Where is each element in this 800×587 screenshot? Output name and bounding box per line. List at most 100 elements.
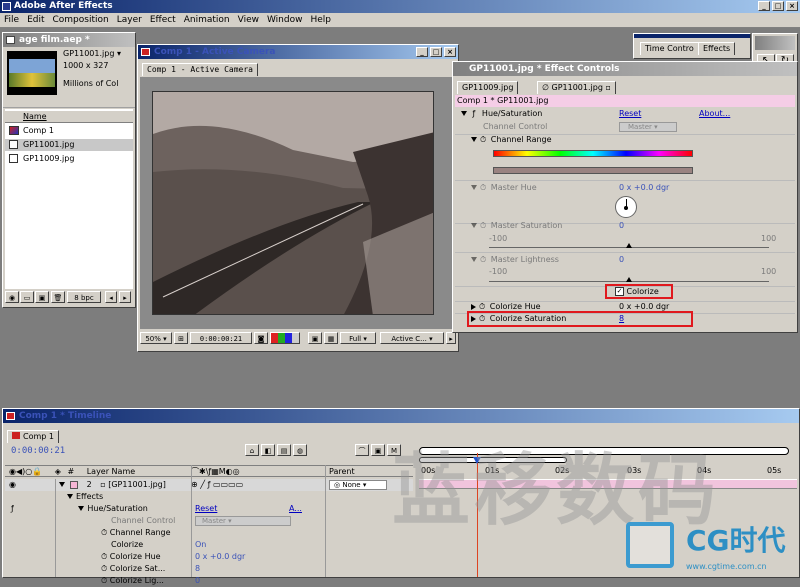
tab-gp11009[interactable]: GP11009.jpg	[457, 81, 519, 94]
stopwatch-icon[interactable]: ⏱	[101, 552, 107, 561]
stopwatch-icon[interactable]: ⏱	[101, 528, 107, 537]
trash-icon[interactable]: 🗑	[51, 291, 65, 303]
draft-3d-icon[interactable]: ◧	[261, 444, 275, 456]
close-button[interactable]: ×	[786, 1, 798, 11]
graph-icon[interactable]: ⌒	[355, 444, 369, 456]
colorize-lightness-value[interactable]: 0	[195, 575, 200, 587]
layer-name[interactable]: [GP11001.jpg]	[108, 480, 166, 489]
minimize-button[interactable]: _	[758, 1, 770, 11]
tab-time-controls[interactable]: Time Contro	[640, 42, 699, 55]
about-link[interactable]: A...	[289, 503, 302, 515]
stopwatch-icon[interactable]: ⏱	[479, 302, 485, 311]
list-item[interactable]: Comp 1	[5, 125, 133, 137]
motion-blur-icon[interactable]: ◍	[293, 444, 307, 456]
stopwatch-icon[interactable]: ⏱	[101, 576, 107, 585]
hue-saturation-row[interactable]: ƒ Hue/Saturation Reset A...	[5, 503, 413, 515]
find-icon[interactable]: ◉	[5, 291, 19, 303]
maximize-button[interactable]: □	[430, 47, 442, 57]
thumb-name[interactable]: GP11001.jpg ▾	[63, 49, 121, 58]
about-link[interactable]: About...	[699, 108, 730, 120]
video-switch-icon[interactable]: ◉	[9, 480, 16, 489]
comp-timecode[interactable]: 0:00:00:21	[190, 332, 252, 344]
colorize-saturation-value[interactable]: 8	[195, 563, 200, 575]
master-saturation-value[interactable]: 0	[619, 220, 624, 232]
tab-comp-active-camera[interactable]: Comp 1 - Active Camera	[142, 63, 258, 76]
menu-composition[interactable]: Composition	[53, 13, 109, 27]
stopwatch-icon[interactable]: ⏱	[480, 135, 486, 144]
camera-icon[interactable]: ▣	[371, 444, 385, 456]
transparency-icon[interactable]: ▦	[324, 332, 338, 344]
safe-zones-icon[interactable]: ⊞	[174, 332, 188, 344]
resolution-dropdown[interactable]: Full ▾	[340, 332, 376, 344]
layer-name-header[interactable]: Layer Name	[87, 467, 135, 476]
bpc-button[interactable]: 8 bpc	[67, 291, 101, 303]
colorize-checkbox-row[interactable]: ✓ Colorize	[615, 286, 659, 298]
table-row[interactable]: ◉ 2 ▫ [GP11001.jpg] ⊕ ╱ ƒ ▭▭▭▭ ◎ None ▾	[5, 479, 413, 491]
stopwatch-icon[interactable]: ⏱	[101, 564, 107, 573]
stopwatch-icon[interactable]: ⏱	[479, 314, 485, 323]
fx-icon[interactable]: ƒ	[11, 504, 14, 513]
frame-blend-icon[interactable]: ▤	[277, 444, 291, 456]
channel-range-row[interactable]: ⏱ Channel Range	[455, 134, 795, 146]
stopwatch-icon[interactable]: ⏱	[480, 183, 486, 192]
list-item[interactable]: GP11001.jpg	[5, 139, 133, 151]
expand-icon[interactable]	[58, 482, 65, 487]
hue-dial[interactable]	[615, 196, 637, 218]
label-color[interactable]	[70, 480, 79, 489]
master-hue-value[interactable]: 0 x +0.0 dgr	[619, 182, 669, 194]
maximize-button[interactable]: □	[772, 1, 784, 11]
menu-file[interactable]: File	[4, 13, 19, 27]
effects-row[interactable]: Effects	[5, 491, 413, 503]
close-button[interactable]: ×	[444, 47, 456, 57]
master-saturation-slider[interactable]	[489, 243, 769, 248]
channel-control-dropdown[interactable]: Master ▾	[195, 516, 291, 526]
channels-icon[interactable]	[270, 332, 300, 344]
name-column-header[interactable]: Name	[5, 111, 133, 123]
tab-effects[interactable]: Effects	[698, 42, 736, 55]
stopwatch-icon[interactable]: ⏱	[480, 255, 486, 264]
menu-window[interactable]: Window	[267, 13, 303, 27]
scroll-right-icon[interactable]: ▸	[119, 291, 131, 303]
colorize-hue-value[interactable]: 0 x +0.0 dgr	[195, 551, 245, 563]
layer-switches[interactable]: ⊕ ╱ ƒ ▭▭▭▭	[191, 479, 243, 491]
channel-control-dropdown[interactable]: Master ▾	[619, 122, 677, 132]
menu-view[interactable]: View	[238, 13, 259, 27]
folder-icon[interactable]: ▭	[20, 291, 34, 303]
scroll-right-icon[interactable]: ▸	[446, 332, 456, 344]
menu-edit[interactable]: Edit	[27, 13, 44, 27]
stopwatch-icon[interactable]: ⏱	[480, 221, 486, 230]
menu-layer[interactable]: Layer	[117, 13, 142, 27]
timeline-timecode[interactable]: 0:00:00:21	[11, 446, 65, 456]
colorize-saturation-value[interactable]: 8	[619, 313, 624, 325]
channel-range-label: Channel Range	[109, 528, 171, 537]
colorize-checkbox[interactable]: ✓	[615, 287, 624, 296]
camera-dropdown[interactable]: Active C... ▾	[380, 332, 444, 344]
comp-viewport[interactable]	[140, 77, 456, 329]
colorize-value[interactable]: On	[195, 539, 206, 551]
menu-animation[interactable]: Animation	[184, 13, 230, 27]
effects-label: Effects	[76, 492, 104, 501]
reset-link[interactable]: Reset	[195, 503, 217, 515]
fx-icon[interactable]: ƒ	[473, 109, 476, 118]
effect-header-row[interactable]: ƒ Hue/Saturation Reset About...	[455, 108, 795, 120]
menu-help[interactable]: Help	[310, 13, 331, 27]
watermark-logo-icon	[626, 522, 674, 568]
master-lightness-value[interactable]: 0	[619, 254, 624, 266]
reset-link[interactable]: Reset	[619, 108, 641, 120]
region-icon[interactable]: ▣	[308, 332, 322, 344]
menu-effect[interactable]: Effect	[150, 13, 176, 27]
shy-switch-icon[interactable]: ⌂	[245, 444, 259, 456]
parent-header[interactable]: Parent	[329, 466, 355, 478]
new-comp-icon[interactable]: ▣	[35, 291, 49, 303]
tab-comp-1[interactable]: Comp 1	[7, 430, 59, 443]
parent-dropdown[interactable]: ◎ None ▾	[329, 480, 387, 490]
tab-gp11001[interactable]: ∅ GP11001.jpg ▫	[537, 81, 616, 94]
snapshot-icon[interactable]: ◙	[254, 332, 268, 344]
scroll-left-icon[interactable]: ◂	[105, 291, 117, 303]
comp-frame[interactable]	[152, 91, 434, 315]
zoom-dropdown[interactable]: 50% ▾	[140, 332, 172, 344]
master-lightness-slider[interactable]	[489, 277, 769, 282]
list-item[interactable]: GP11009.jpg	[5, 153, 133, 165]
expand-icon[interactable]	[461, 111, 467, 116]
minimize-button[interactable]: _	[416, 47, 428, 57]
